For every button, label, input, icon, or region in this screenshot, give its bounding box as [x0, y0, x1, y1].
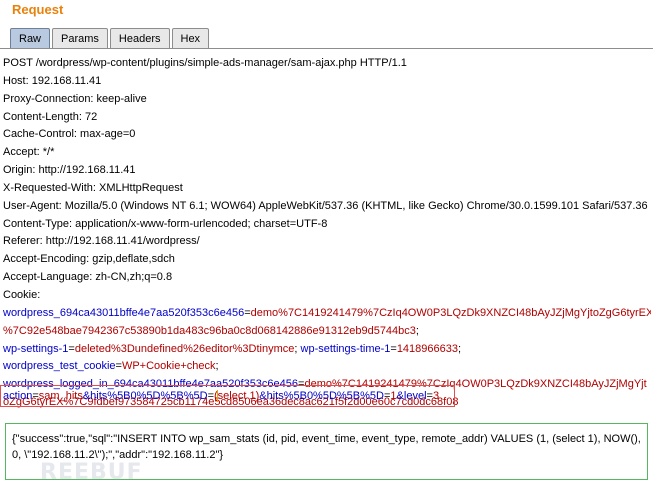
header-origin: Origin: http://192.168.11.41	[3, 164, 136, 177]
param-name: &level	[396, 390, 427, 402]
cookie-name: wordpress_694ca43011bffe4e7aa520f353c6e4…	[3, 306, 245, 319]
cookie-sep: ;	[294, 342, 298, 355]
param-name: &hits%5B0%5D%5B%5D	[82, 390, 208, 402]
tab-divider	[0, 48, 653, 49]
cookie-line-3: wp-settings-1=deleted%3Dundefined%26edit…	[3, 341, 651, 359]
cookie-value: %7C92e548bae7942367c53890b1da483c96ba0c8…	[3, 324, 416, 337]
cookie-sep: ;	[458, 342, 462, 355]
header-content-type: Content-Type: application/x-www-form-url…	[3, 217, 328, 230]
header-content-length: Content-Length: 72	[3, 110, 98, 123]
cookie-name: wp-settings-time-1	[300, 342, 391, 355]
header-x-requested-with: X-Requested-With: XMLHttpRequest	[3, 181, 183, 194]
watermark-logo: REEBUF	[40, 460, 143, 485]
tab-params[interactable]: Params	[52, 28, 108, 49]
param-value: 3	[432, 390, 440, 402]
tab-headers[interactable]: Headers	[109, 28, 170, 49]
header-proxy-connection: Proxy-Connection: keep-alive	[3, 92, 147, 105]
header-cookie: Cookie:	[3, 288, 41, 301]
header-accept-language: Accept-Language: zh-CN,zh;q=0.8	[3, 271, 173, 284]
cookie-line-1: wordpress_694ca43011bffe4e7aa520f353c6e4…	[3, 305, 651, 323]
header-referer: Referer: http://192.168.11.41/wordpress/	[3, 235, 200, 248]
cookie-sep: ;	[215, 360, 219, 373]
request-line: POST /wordpress/wp-content/plugins/simpl…	[3, 57, 407, 69]
cookie-value: 1418966633	[396, 342, 458, 355]
header-host: Host: 192.168.11.41	[3, 74, 102, 87]
cookie-line-2: %7C92e548bae7942367c53890b1da483c96ba0c8…	[3, 323, 651, 341]
cookie-sep: ;	[415, 324, 419, 337]
param-value: select 1)	[217, 390, 260, 402]
response-line-1: {"success":true,"sql":"INSERT INTO wp_sa…	[12, 433, 641, 445]
view-tabs: Raw Params Headers Hex	[10, 28, 210, 49]
header-accept-encoding: Accept-Encoding: gzip,deflate,sdch	[3, 253, 175, 266]
param-value: sam_hits	[38, 390, 83, 402]
tab-hex[interactable]: Hex	[171, 28, 210, 49]
tab-raw[interactable]: Raw	[10, 28, 51, 49]
cookie-value: demo%7C1419241479%7CzIq4OW0P3LQzDk9XNZCI…	[250, 306, 651, 319]
header-user-agent: User-Agent: Mozilla/5.0 (Windows NT 6.1;…	[3, 199, 648, 212]
cookie-name: wp-settings-1	[3, 342, 69, 355]
header-accept: Accept: */*	[3, 146, 55, 159]
param-name: action	[3, 390, 33, 402]
request-body: action=sam_hits&hits%5B0%5D%5B%5D=(selec…	[3, 387, 439, 405]
cookie-value: deleted%3Dundefined%26editor%3Dtinymce	[74, 342, 295, 355]
cookie-name: wordpress_test_cookie	[3, 360, 116, 373]
panel-title: Request	[12, 2, 64, 17]
raw-request-editor[interactable]: POST /wordpress/wp-content/plugins/simpl…	[3, 55, 651, 412]
cookie-line-4: wordpress_test_cookie=WP+Cookie+check;	[3, 358, 651, 376]
header-cache-control: Cache-Control: max-age=0	[3, 128, 136, 141]
param-name: &hits%5B0%5D%5B%5D	[259, 390, 384, 402]
cookie-value: WP+Cookie+check	[121, 360, 216, 373]
